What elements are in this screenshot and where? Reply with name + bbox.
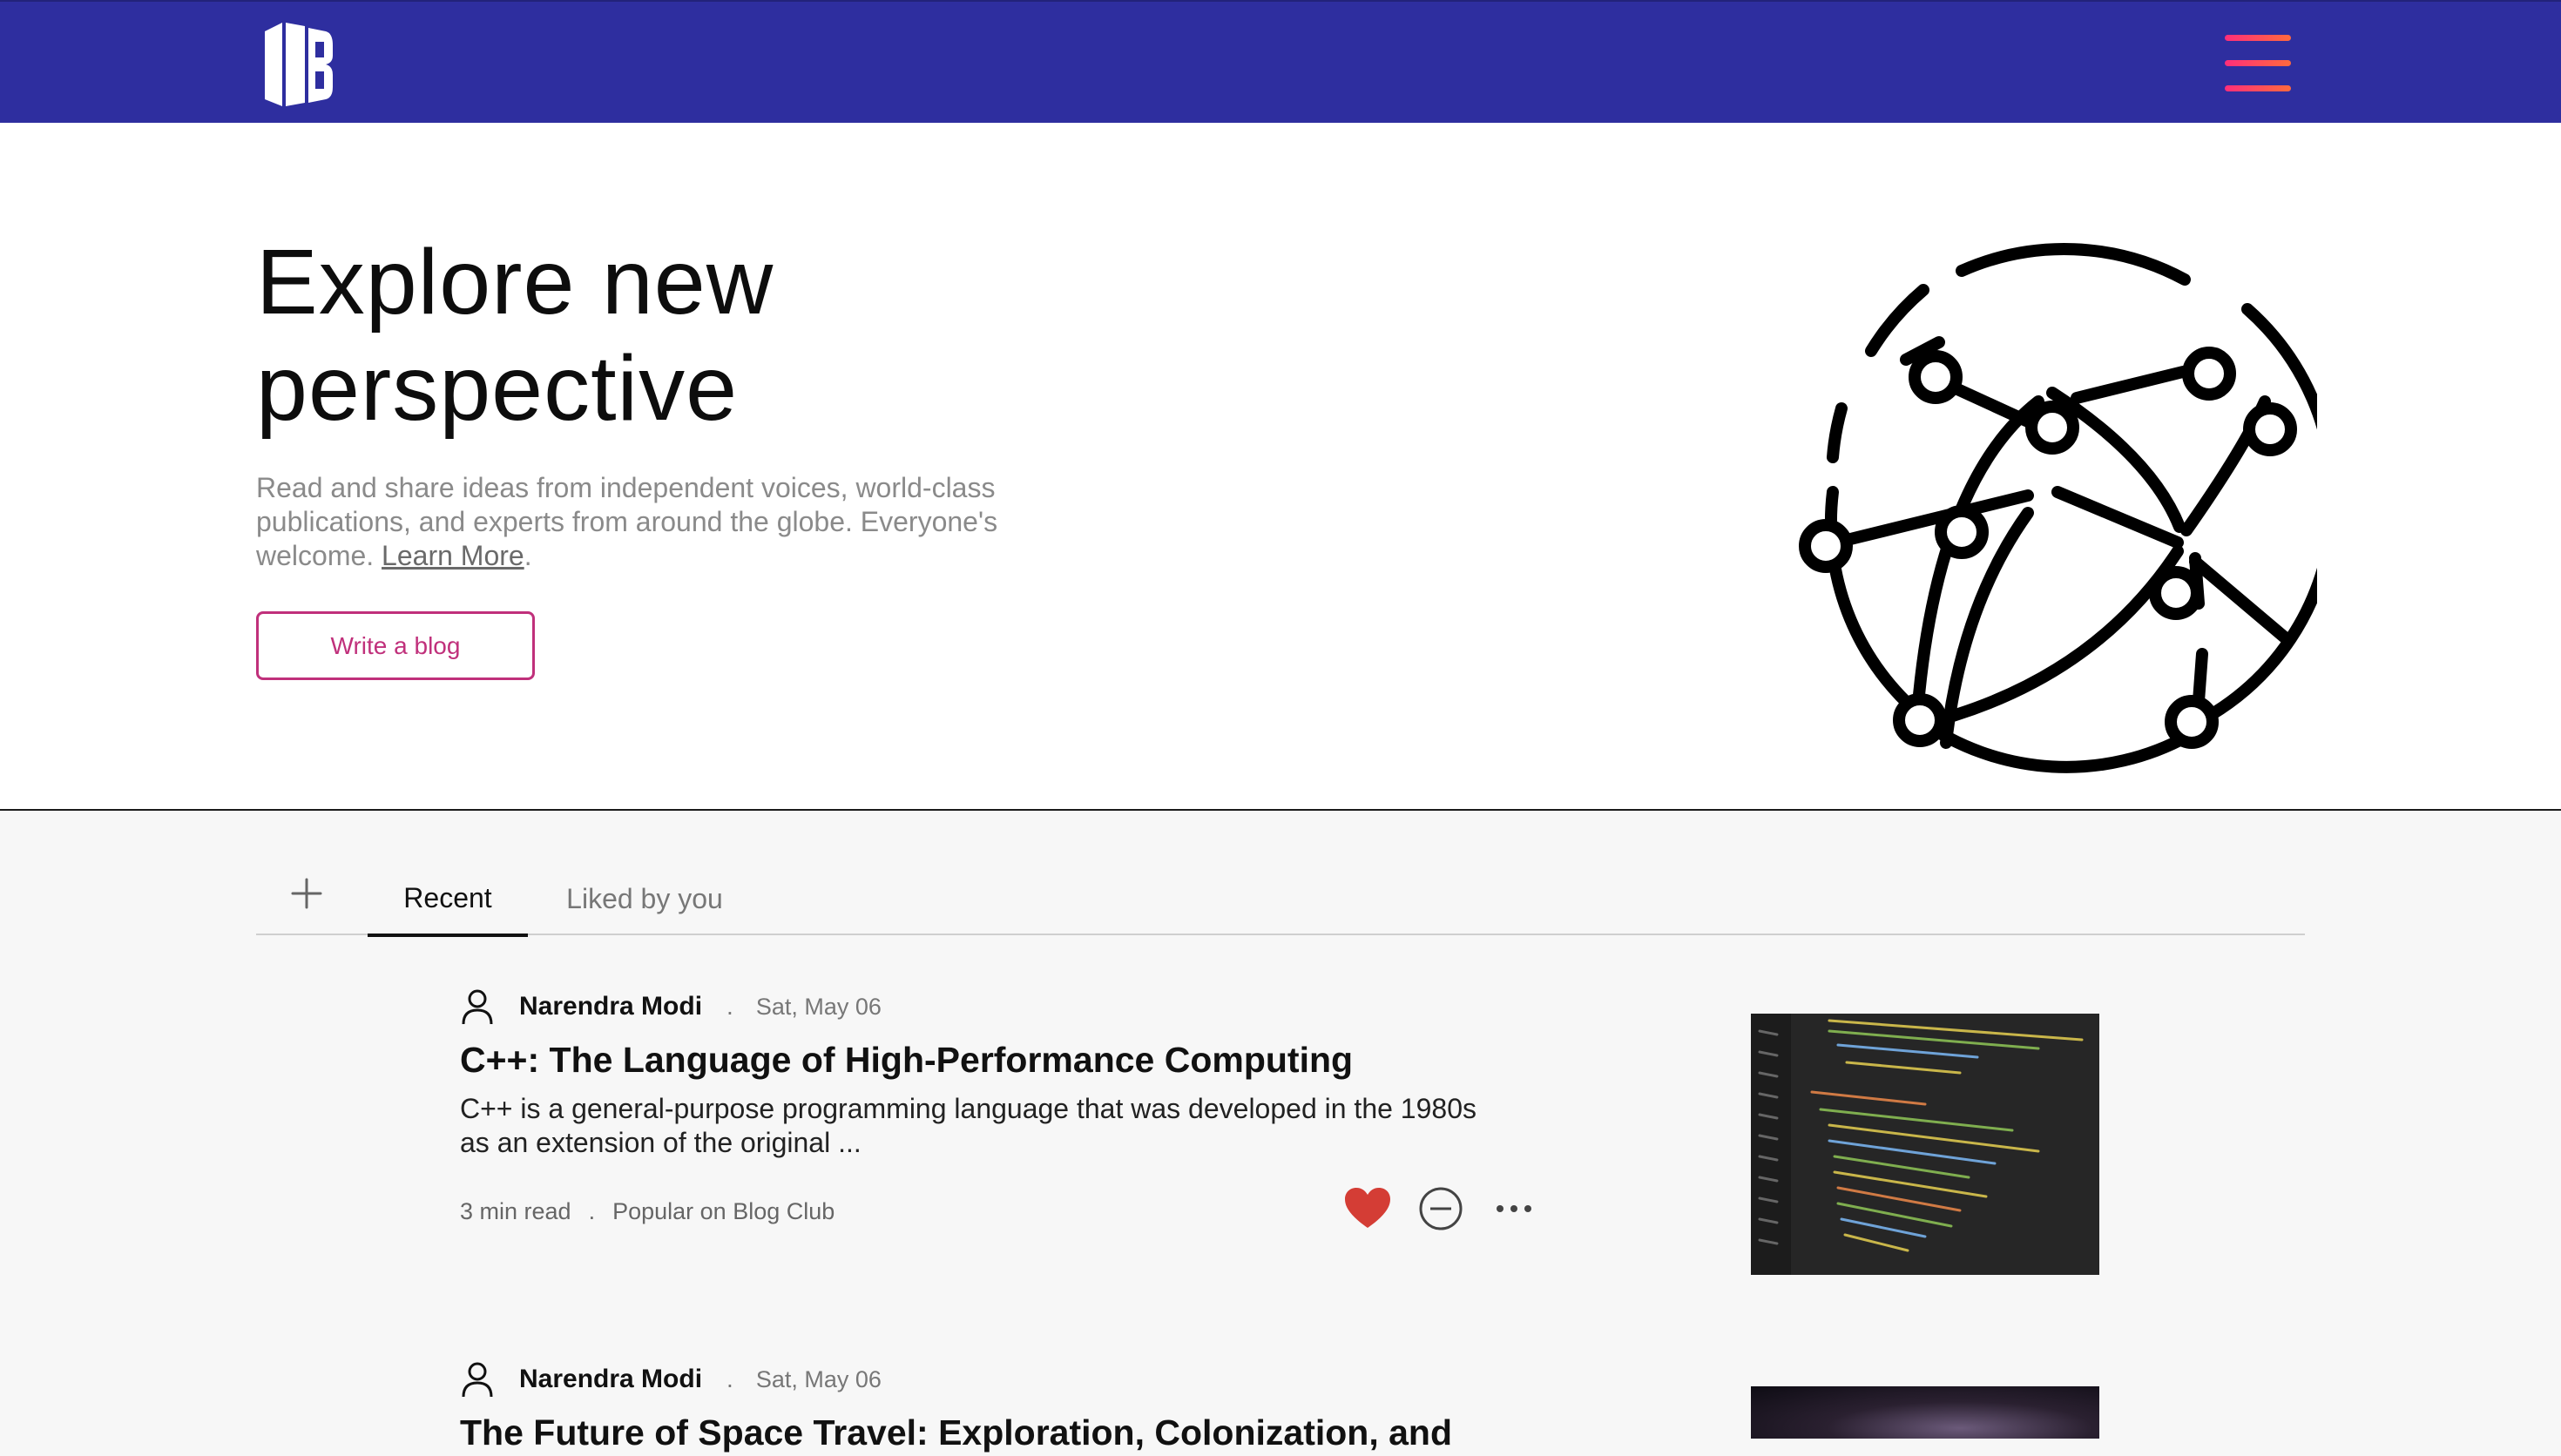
post-title[interactable]: C++: The Language of High-Performance Co… bbox=[460, 1040, 1505, 1081]
post-footer: 3 min read . Popular on Blog Club bbox=[460, 1190, 835, 1233]
meta-separator: . bbox=[726, 993, 733, 1020]
space-nebula-image[interactable] bbox=[1751, 1386, 2099, 1439]
user-icon[interactable] bbox=[460, 988, 495, 1026]
not-interested-icon[interactable] bbox=[1415, 1183, 1467, 1235]
more-options-icon[interactable] bbox=[1488, 1183, 1540, 1235]
footer-separator: . bbox=[588, 1197, 596, 1224]
site-logo[interactable] bbox=[263, 23, 334, 106]
menu-line bbox=[2225, 85, 2291, 91]
learn-more-link[interactable]: Learn More bbox=[382, 540, 524, 571]
post-actions bbox=[1341, 1183, 1568, 1235]
hamburger-menu-button[interactable] bbox=[2225, 35, 2294, 92]
post-meta: Narendra Modi . Sat, May 06 bbox=[460, 1360, 882, 1399]
post-card[interactable]: Narendra Modi . Sat, May 06 C++: The Lan… bbox=[460, 988, 2115, 1284]
tab-liked-by-you[interactable]: Liked by you bbox=[552, 862, 737, 935]
hero-title-line-1: Explore new bbox=[256, 231, 774, 334]
hero-section: Explore new perspective Read and share i… bbox=[0, 123, 2561, 811]
hero-description-period: . bbox=[524, 540, 532, 571]
globe-network-icon bbox=[1799, 243, 2317, 773]
hero-title: Explore new perspective bbox=[256, 229, 1127, 442]
post-date: Sat, May 06 bbox=[755, 993, 882, 1020]
post-date: Sat, May 06 bbox=[755, 1365, 882, 1392]
hero-description-text: Read and share ideas from independent vo… bbox=[256, 472, 998, 571]
user-icon[interactable] bbox=[460, 1360, 495, 1399]
post-meta: Narendra Modi . Sat, May 06 bbox=[460, 988, 882, 1026]
feed-tabs: Recent Liked by you bbox=[256, 862, 2305, 937]
menu-line bbox=[2225, 35, 2291, 41]
post-excerpt[interactable]: C++ is a general-purpose programming lan… bbox=[460, 1092, 1479, 1160]
hero-title-line-2: perspective bbox=[256, 337, 739, 440]
write-blog-button[interactable]: Write a blog bbox=[256, 611, 535, 680]
post-card[interactable]: Narendra Modi . Sat, May 06 The Future o… bbox=[460, 1360, 2115, 1456]
read-time: 3 min read bbox=[460, 1197, 571, 1224]
post-title[interactable]: The Future of Space Travel: Exploration,… bbox=[460, 1412, 1505, 1453]
code-editor-image[interactable] bbox=[1751, 1014, 2099, 1275]
post-author[interactable]: Narendra Modi bbox=[519, 1365, 702, 1394]
heart-icon[interactable] bbox=[1341, 1183, 1394, 1235]
popularity-label: Popular on Blog Club bbox=[612, 1197, 835, 1224]
hero-description: Read and share ideas from independent vo… bbox=[256, 471, 1075, 573]
meta-separator: . bbox=[726, 1365, 733, 1392]
post-author[interactable]: Narendra Modi bbox=[519, 992, 702, 1021]
plus-icon[interactable] bbox=[287, 874, 326, 913]
tab-recent[interactable]: Recent bbox=[368, 862, 528, 937]
top-navbar bbox=[0, 0, 2561, 123]
menu-line bbox=[2225, 60, 2291, 66]
